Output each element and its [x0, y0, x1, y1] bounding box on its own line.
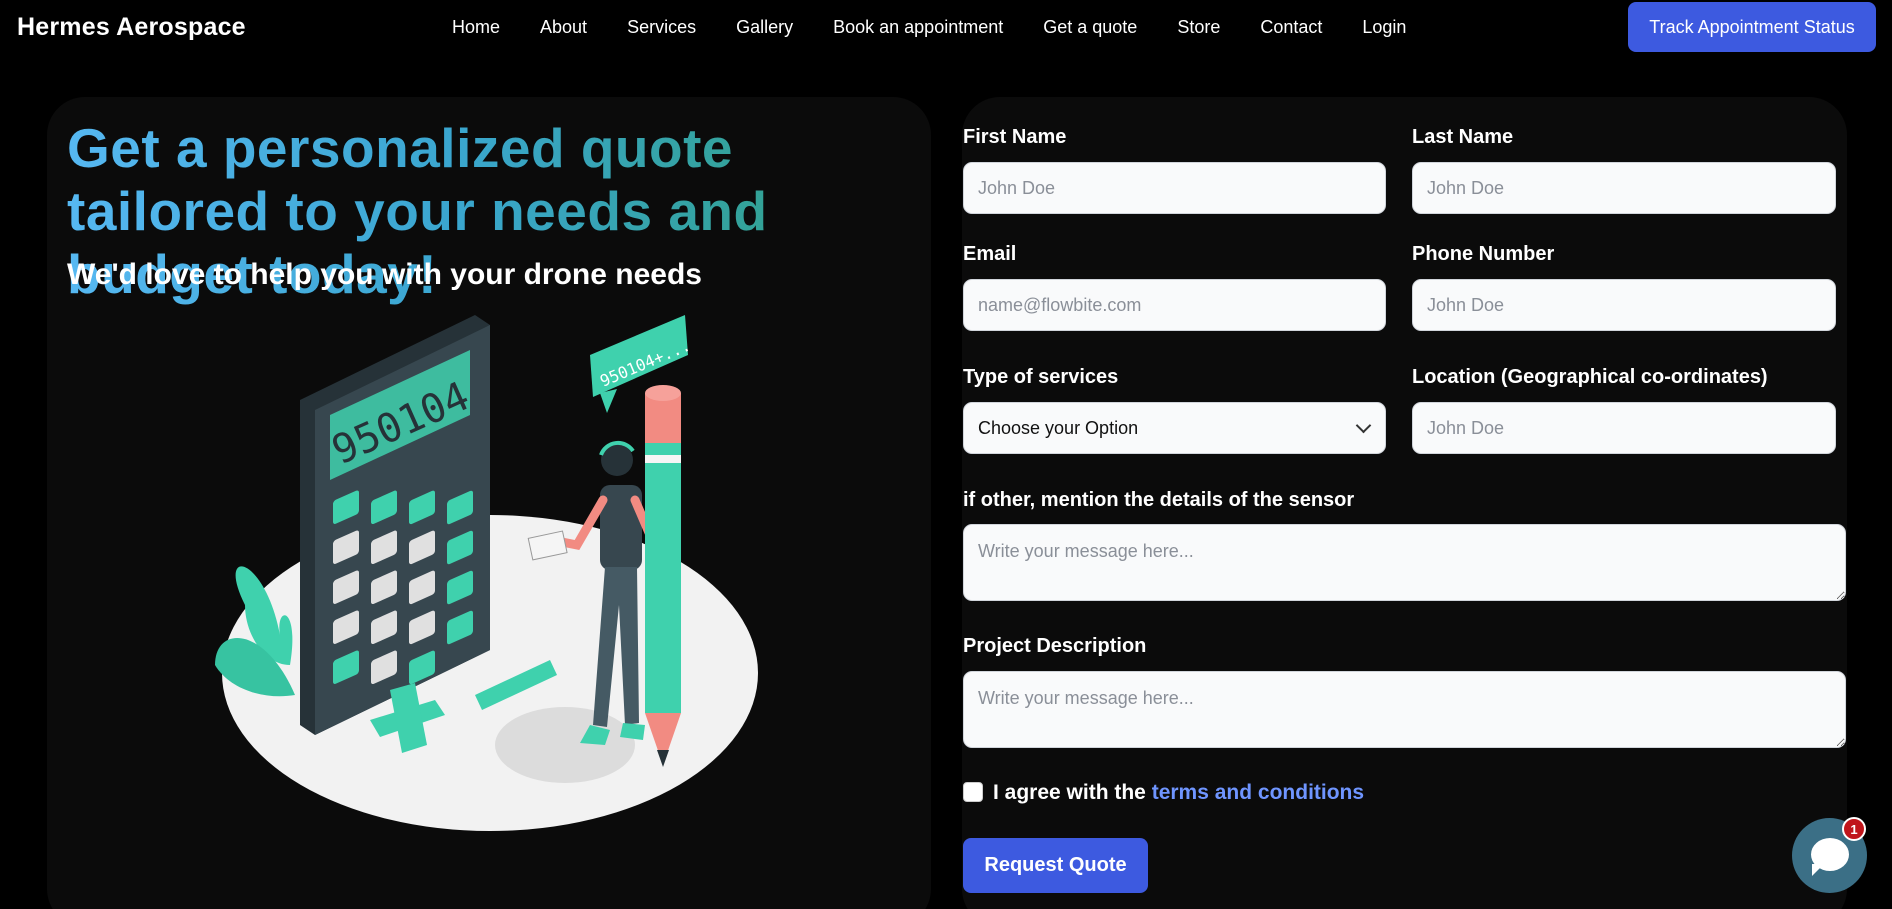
- sensor-details-label: if other, mention the details of the sen…: [963, 489, 1355, 511]
- nav-login[interactable]: Login: [1362, 17, 1406, 38]
- shadow-ellipse: [495, 707, 635, 783]
- nav-home[interactable]: Home: [452, 17, 500, 38]
- chevron-down-icon: [1355, 417, 1372, 434]
- track-appointment-button[interactable]: Track Appointment Status: [1628, 2, 1876, 52]
- project-description-textarea[interactable]: [963, 671, 1846, 748]
- last-name-label: Last Name: [1412, 126, 1514, 148]
- terms-agreement-text: I agree with the terms and conditions: [993, 781, 1364, 805]
- quote-illustration: 950104 950104+...: [215, 315, 758, 831]
- nav-services[interactable]: Services: [627, 17, 696, 38]
- pencil-icon: [645, 385, 681, 767]
- first-name-label: First Name: [963, 126, 1067, 148]
- terms-agreement-prefix: I agree with the: [993, 781, 1152, 804]
- location-input[interactable]: [1412, 402, 1836, 454]
- service-type-label: Type of services: [963, 366, 1119, 388]
- request-quote-button[interactable]: Request Quote: [963, 838, 1148, 893]
- phone-label: Phone Number: [1412, 243, 1555, 265]
- nav-gallery[interactable]: Gallery: [736, 17, 793, 38]
- nav-contact[interactable]: Contact: [1260, 17, 1322, 38]
- phone-input[interactable]: [1412, 279, 1836, 331]
- chat-notification-badge: 1: [1842, 817, 1866, 841]
- first-name-input[interactable]: [963, 162, 1386, 214]
- nav-links: Home About Services Gallery Book an appo…: [452, 17, 1446, 38]
- location-label: Location (Geographical co-ordinates): [1412, 366, 1768, 388]
- service-type-selected-value: Choose your Option: [978, 417, 1139, 438]
- nav-about[interactable]: About: [540, 17, 587, 38]
- nav-get-quote[interactable]: Get a quote: [1043, 17, 1137, 38]
- project-description-label: Project Description: [963, 635, 1147, 657]
- service-type-select[interactable]: Choose your Option: [963, 402, 1386, 454]
- terms-link[interactable]: terms and conditions: [1152, 781, 1364, 804]
- last-name-input[interactable]: [1412, 162, 1836, 214]
- sensor-details-textarea[interactable]: [963, 524, 1846, 601]
- email-label: Email: [963, 243, 1017, 265]
- hero-subline: We'd love to help you with your drone ne…: [67, 258, 702, 291]
- nav-store[interactable]: Store: [1177, 17, 1220, 38]
- terms-checkbox[interactable]: [963, 782, 983, 802]
- email-input[interactable]: [963, 279, 1386, 331]
- brand-logo[interactable]: Hermes Aerospace: [17, 13, 246, 42]
- chat-bubble-tail: [1812, 864, 1824, 876]
- navbar: Hermes Aerospace Home About Services Gal…: [0, 0, 1892, 58]
- nav-book-appointment[interactable]: Book an appointment: [833, 17, 1003, 38]
